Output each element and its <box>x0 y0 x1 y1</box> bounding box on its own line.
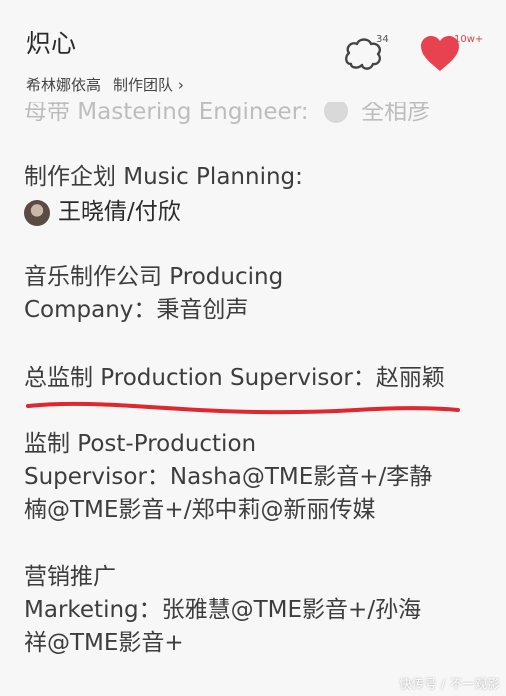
credit-marketing: 营销推广 Marketing：张雅慧@TME影音+/孙海 祥@TME影音+ <box>24 561 484 660</box>
comments-button[interactable]: 34 <box>343 34 397 74</box>
person-name: 王晓倩/付欣 <box>58 199 181 225</box>
song-title: 炽心 <box>26 29 77 58</box>
credit-line: 营销推广 <box>24 564 116 590</box>
credit-post-production: 监制 Post-Production Supervisor：Nasha@TME影… <box>24 428 484 527</box>
team-link[interactable]: 制作团队 › <box>113 74 184 95</box>
avatar <box>323 101 348 123</box>
credit-mastering-name: 全相彦 <box>361 99 431 125</box>
credit-line: Supervisor：Nasha@TME影音+/李静 <box>24 464 433 490</box>
credit-music-planning: 制作企划 Music Planning: 王晓倩/付欣 <box>24 161 484 229</box>
credit-line: 总监制 Production Supervisor：赵丽颖 <box>24 365 445 391</box>
credit-line: Company：秉音创声 <box>24 297 249 323</box>
chevron-right-icon: › <box>177 76 184 94</box>
artist-row: 希林娜依高 制作团队 › <box>26 74 184 95</box>
person-link[interactable]: 王晓倩/付欣 <box>24 196 484 229</box>
credit-line: 监制 Post-Production <box>24 431 257 457</box>
credit-line: 音乐制作公司 Producing <box>24 264 284 290</box>
comments-count: 34 <box>376 34 389 45</box>
avatar <box>24 199 50 226</box>
like-button[interactable]: 10w+ <box>418 34 490 78</box>
credit-role: 制作企划 Music Planning: <box>24 164 303 190</box>
credit-line: 祥@TME影音+ <box>24 630 184 656</box>
credit-line: Marketing：张雅慧@TME影音+/孙海 <box>24 597 422 623</box>
red-underline-annotation <box>26 401 460 415</box>
artist-name[interactable]: 希林娜依高 <box>26 74 101 95</box>
team-link-label: 制作团队 <box>113 76 174 94</box>
credit-production-supervisor: 总监制 Production Supervisor：赵丽颖 <box>24 362 484 395</box>
watermark: 快传号 / 不一观影 <box>399 677 500 691</box>
credit-producing-company: 音乐制作公司 Producing Company：秉音创声 <box>24 261 484 327</box>
song-header: 炽心 希林娜依高 制作团队 › 34 10w+ <box>0 0 506 100</box>
likes-count: 10w+ <box>454 34 484 45</box>
credit-mastering-role: 母带 Mastering Engineer: <box>24 99 309 125</box>
credit-line: 楠@TME影音+/郑中莉@新丽传媒 <box>24 497 376 523</box>
